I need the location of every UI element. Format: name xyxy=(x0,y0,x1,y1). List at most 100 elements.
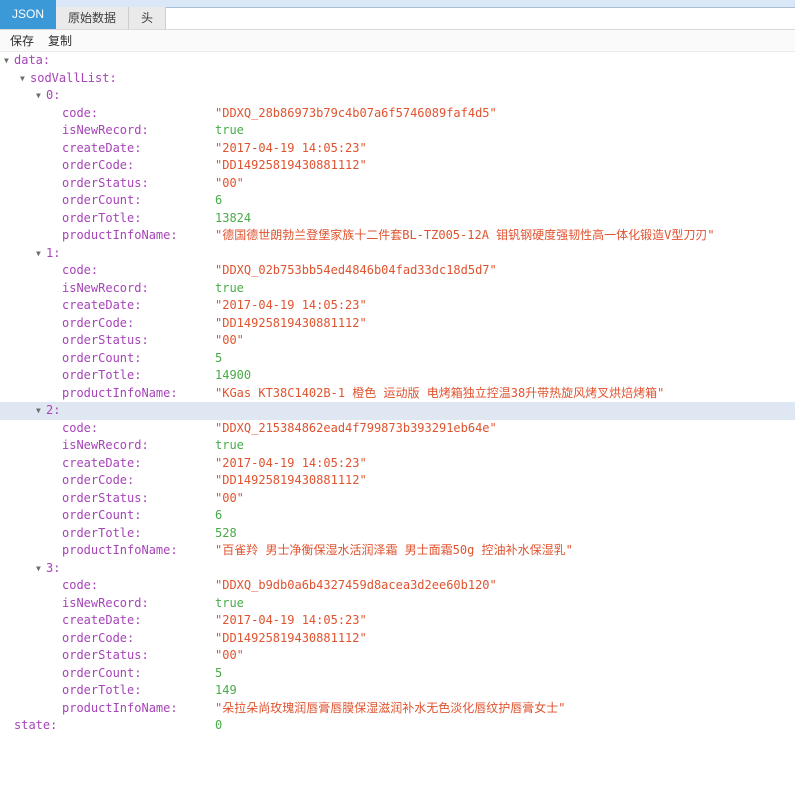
json-tree-row[interactable]: isNewRecord:true xyxy=(0,595,795,613)
json-value: "00" xyxy=(215,333,244,347)
json-tree: ▼data:▼sodVallList:▼0:code:"DDXQ_28b8697… xyxy=(0,52,795,735)
json-tree-row[interactable]: orderTotle: 13824 xyxy=(0,210,795,228)
json-tree-row[interactable]: productInfoName:"德国德世朗勃兰登堡家族十二件套BL-TZ005… xyxy=(0,227,795,245)
json-value: "德国德世朗勃兰登堡家族十二件套BL-TZ005-12A 钼钒钢硬度强韧性高一体… xyxy=(215,228,715,242)
json-tree-row[interactable]: isNewRecord:true xyxy=(0,437,795,455)
json-tree-row[interactable]: ▼3: xyxy=(0,560,795,578)
json-tree-row[interactable]: code:"DDXQ_02b753bb54ed4846b04fad33dc18d… xyxy=(0,262,795,280)
json-tree-row[interactable]: orderCode:"DD14925819430881112" xyxy=(0,472,795,490)
json-value: true xyxy=(215,596,244,610)
json-toolbar: 保存 复制 xyxy=(0,30,795,52)
json-key: orderCount: xyxy=(62,508,141,522)
json-key: isNewRecord: xyxy=(62,438,149,452)
tab-json[interactable]: JSON xyxy=(0,0,56,29)
json-tree-row[interactable]: orderCount: 6 xyxy=(0,507,795,525)
json-tree-row[interactable]: orderCode:"DD14925819430881112" xyxy=(0,157,795,175)
json-value: "2017-04-19 14:05:23" xyxy=(215,613,367,627)
save-button[interactable]: 保存 xyxy=(8,32,36,49)
json-key: orderStatus: xyxy=(62,176,149,190)
json-tree-row[interactable]: productInfoName:"KGas KT38C1402B-1 橙色 运动… xyxy=(0,385,795,403)
json-tree-row[interactable]: createDate: "2017-04-19 14:05:23" xyxy=(0,140,795,158)
json-key: code: xyxy=(62,421,98,435)
json-key: orderTotle: xyxy=(62,211,141,225)
json-key: orderStatus: xyxy=(62,491,149,505)
json-value: "DD14925819430881112" xyxy=(215,316,367,330)
json-tree-row[interactable]: ▼0: xyxy=(0,87,795,105)
json-key: 2: xyxy=(46,403,60,417)
json-tree-row[interactable]: orderCode:"DD14925819430881112" xyxy=(0,315,795,333)
tab-headers[interactable]: 头 xyxy=(129,7,166,29)
json-key: createDate: xyxy=(62,456,141,470)
json-key: orderTotle: xyxy=(62,526,141,540)
json-key: orderCount: xyxy=(62,666,141,680)
json-tree-row[interactable]: code: "DDXQ_215384862ead4f799873b393291eb… xyxy=(0,420,795,438)
json-key: productInfoName: xyxy=(62,543,178,557)
json-tree-row[interactable]: orderCount: 5 xyxy=(0,665,795,683)
json-value: "DDXQ_28b86973b79c4b07a6f5746089faf4d5" xyxy=(215,106,497,120)
collapse-toggle-icon[interactable]: ▼ xyxy=(36,560,46,578)
json-value: 5 xyxy=(215,666,222,680)
json-key: orderCount: xyxy=(62,193,141,207)
json-tree-row[interactable]: isNewRecord: true xyxy=(0,280,795,298)
json-tree-row[interactable]: orderStatus: "00" xyxy=(0,175,795,193)
json-key: createDate: xyxy=(62,141,141,155)
json-tree-row[interactable]: orderStatus: "00" xyxy=(0,490,795,508)
json-value: "00" xyxy=(215,648,244,662)
json-tree-row[interactable]: code: "DDXQ_28b86973b79c4b07a6f5746089faf… xyxy=(0,105,795,123)
json-tree-row[interactable]: orderCode:"DD14925819430881112" xyxy=(0,630,795,648)
json-value: "KGas KT38C1402B-1 橙色 运动版 电烤箱独立控温38升带热旋风… xyxy=(215,386,664,400)
json-key: orderCode: xyxy=(62,158,134,172)
json-value: "2017-04-19 14:05:23" xyxy=(215,456,367,470)
copy-button[interactable]: 复制 xyxy=(46,32,74,49)
json-value: 14900 xyxy=(215,368,251,382)
json-key: 3: xyxy=(46,561,60,575)
json-key: createDate: xyxy=(62,613,141,627)
json-tree-row[interactable]: createDate:"2017-04-19 14:05:23" xyxy=(0,297,795,315)
json-tree-row[interactable]: orderTotle:149 xyxy=(0,682,795,700)
collapse-toggle-icon[interactable]: ▼ xyxy=(4,52,14,70)
json-value: "百雀羚 男士净衡保湿水活润泽霜 男士面霜50g 控油补水保湿乳" xyxy=(215,543,573,557)
collapse-toggle-icon[interactable]: ▼ xyxy=(36,87,46,105)
json-value: true xyxy=(215,281,244,295)
json-value: "2017-04-19 14:05:23" xyxy=(215,141,367,155)
json-key: code: xyxy=(62,263,98,277)
json-tree-row[interactable]: productInfoName: "百雀羚 男士净衡保湿水活润泽霜 男士面霜50g… xyxy=(0,542,795,560)
json-key: orderCount: xyxy=(62,351,141,365)
json-value: 6 xyxy=(215,508,222,522)
json-tree-row[interactable]: code:"DDXQ_b9db0a6b4327459d8acea3d2ee60b… xyxy=(0,577,795,595)
json-tree-row[interactable]: ▼1: xyxy=(0,245,795,263)
json-key: isNewRecord: xyxy=(62,281,149,295)
json-tree-row[interactable]: ▼2: xyxy=(0,402,795,420)
json-tree-row[interactable]: ▼sodVallList: xyxy=(0,70,795,88)
json-tree-row[interactable]: createDate: "2017-04-19 14:05:23" xyxy=(0,455,795,473)
collapse-toggle-icon[interactable]: ▼ xyxy=(36,402,46,420)
tab-raw-data[interactable]: 原始数据 xyxy=(56,7,129,29)
json-key: sodVallList: xyxy=(30,71,117,85)
json-tree-row[interactable]: createDate: "2017-04-19 14:05:23" xyxy=(0,612,795,630)
json-value: 6 xyxy=(215,193,222,207)
json-value: "00" xyxy=(215,176,244,190)
json-tree-row[interactable]: orderCount: 6 xyxy=(0,192,795,210)
json-value: "朵拉朵尚玫瑰润唇膏唇膜保湿滋润补水无色淡化唇纹护唇膏女士" xyxy=(215,701,565,715)
json-tree-row[interactable]: orderStatus:"00" xyxy=(0,647,795,665)
json-tree-row[interactable]: orderTotle:528 xyxy=(0,525,795,543)
json-tree-row[interactable]: ▼data: xyxy=(0,52,795,70)
json-value: true xyxy=(215,123,244,137)
json-key: orderCode: xyxy=(62,473,134,487)
json-tree-row[interactable]: state:0 xyxy=(0,717,795,735)
json-tree-row[interactable]: orderStatus: "00" xyxy=(0,332,795,350)
json-value: "DDXQ_215384862ead4f799873b393291eb64e" xyxy=(215,421,497,435)
json-key: code: xyxy=(62,106,98,120)
json-tree-row[interactable]: productInfoName:"朵拉朵尚玫瑰润唇膏唇膜保湿滋润补水无色淡化唇纹… xyxy=(0,700,795,718)
json-key: orderTotle: xyxy=(62,368,141,382)
json-value: 13824 xyxy=(215,211,251,225)
collapse-toggle-icon[interactable]: ▼ xyxy=(36,245,46,263)
json-tree-row[interactable]: orderCount:5 xyxy=(0,350,795,368)
collapse-toggle-icon[interactable]: ▼ xyxy=(20,70,30,88)
json-tree-row[interactable]: orderTotle: 14900 xyxy=(0,367,795,385)
json-value: "00" xyxy=(215,491,244,505)
json-key: 1: xyxy=(46,246,60,260)
json-tree-row[interactable]: isNewRecord:true xyxy=(0,122,795,140)
json-value: "DD14925819430881112" xyxy=(215,631,367,645)
json-key: orderStatus: xyxy=(62,333,149,347)
